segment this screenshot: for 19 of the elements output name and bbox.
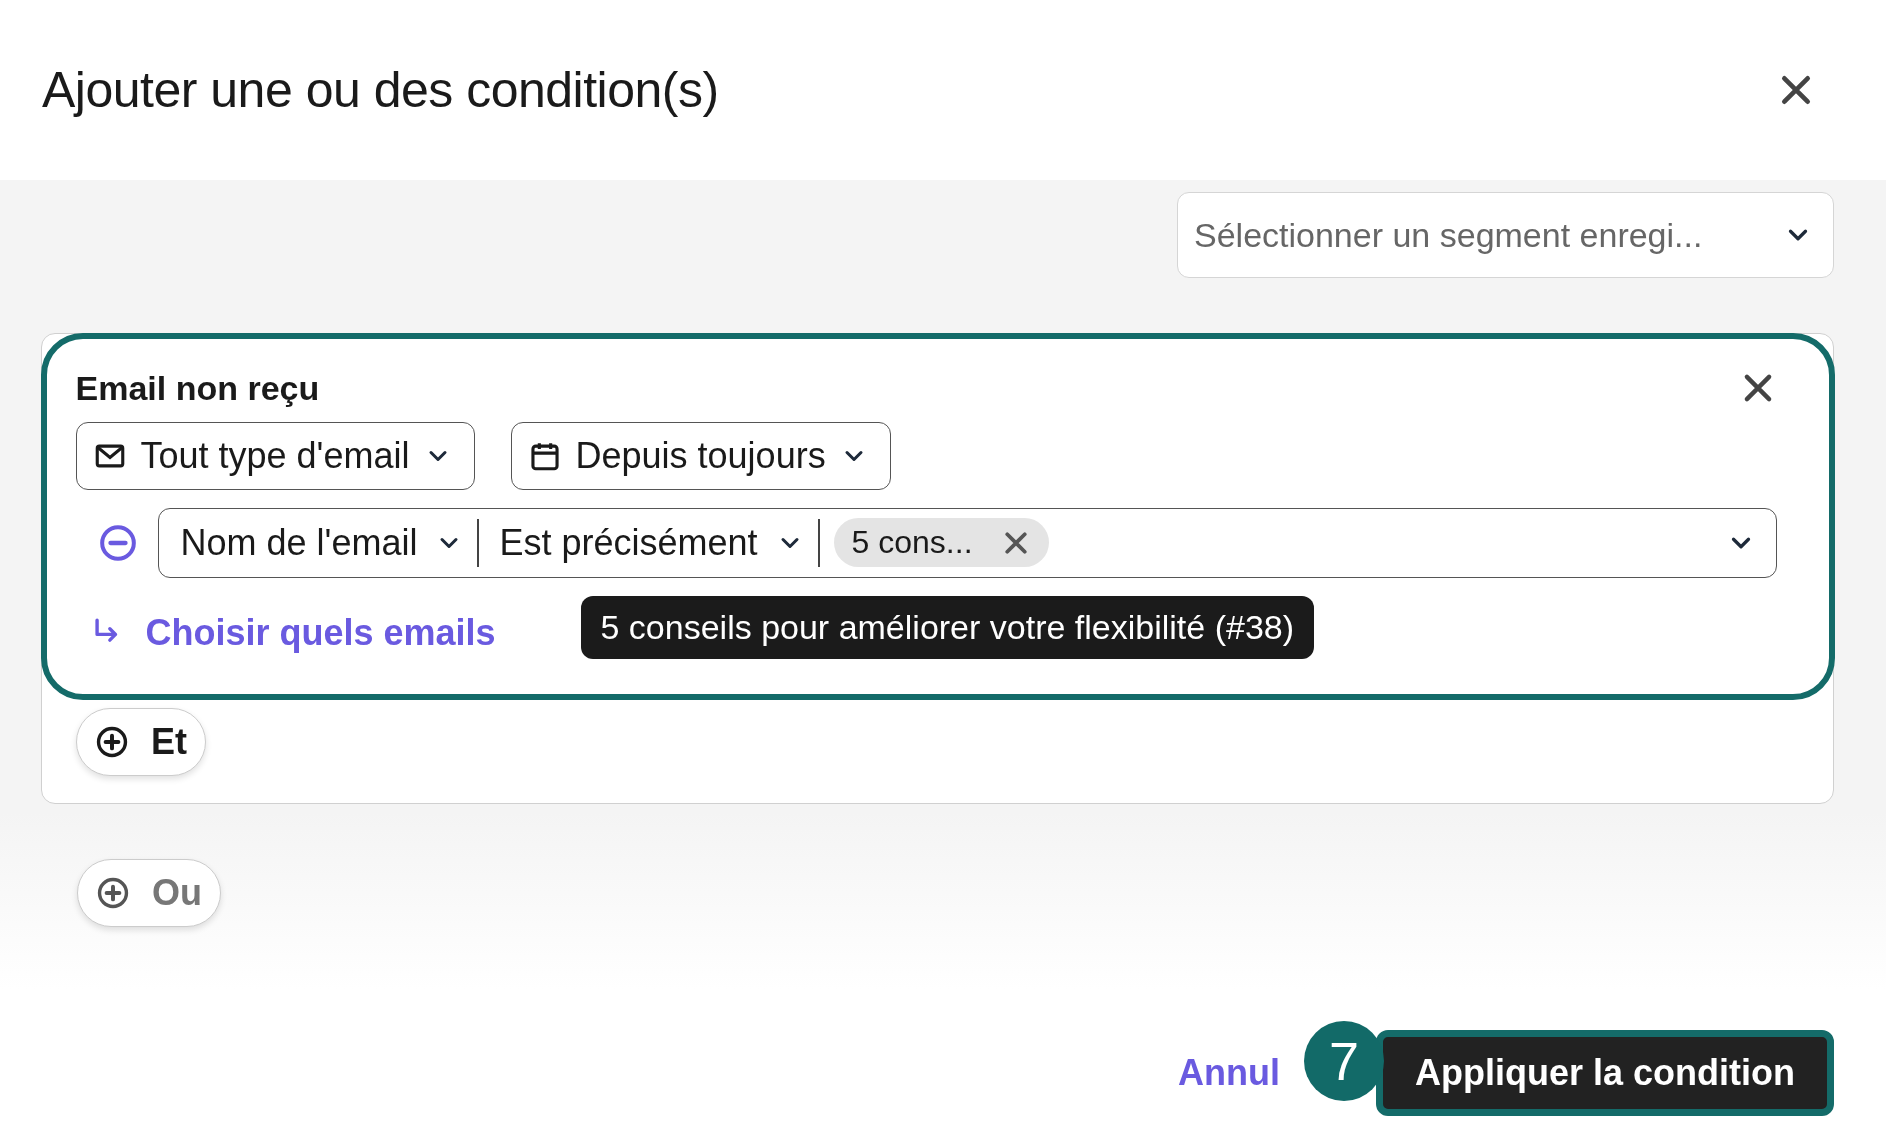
rule-dropdown[interactable]: Est précisément <box>493 520 818 565</box>
segment-select[interactable]: Sélectionner un segment enregi... <box>1177 192 1834 278</box>
minus-circle-icon <box>97 522 138 563</box>
step-badge: 7 <box>1304 1021 1384 1101</box>
rule-field[interactable]: Nom de l'email Est précisément 5 cons... <box>157 507 1777 578</box>
tag-label: 5 cons... <box>851 524 973 561</box>
plus-circle-icon <box>95 725 129 759</box>
plus-circle-icon <box>96 876 130 910</box>
cancel-link[interactable]: Annul <box>1178 1052 1280 1094</box>
filter-dropdown[interactable]: Tout type d'email <box>75 421 475 490</box>
or-button[interactable]: Ou <box>77 859 221 927</box>
apply-button[interactable]: Appliquer la condition <box>1376 1030 1834 1116</box>
choose-emails-link[interactable]: Choisir quels emails <box>145 611 496 654</box>
dialog-title: Ajouter une ou des condition(s) <box>42 61 719 119</box>
tooltip: 5 conseils pour améliorer votre flexibilité (#38) <box>580 595 1315 659</box>
filter-dropdown[interactable]: Depuis toujours <box>510 421 891 490</box>
rule-dropdown[interactable]: Nom de l'email <box>174 520 478 565</box>
and-button[interactable]: Et <box>76 708 206 776</box>
condition-title: Email non reçu <box>75 368 320 408</box>
